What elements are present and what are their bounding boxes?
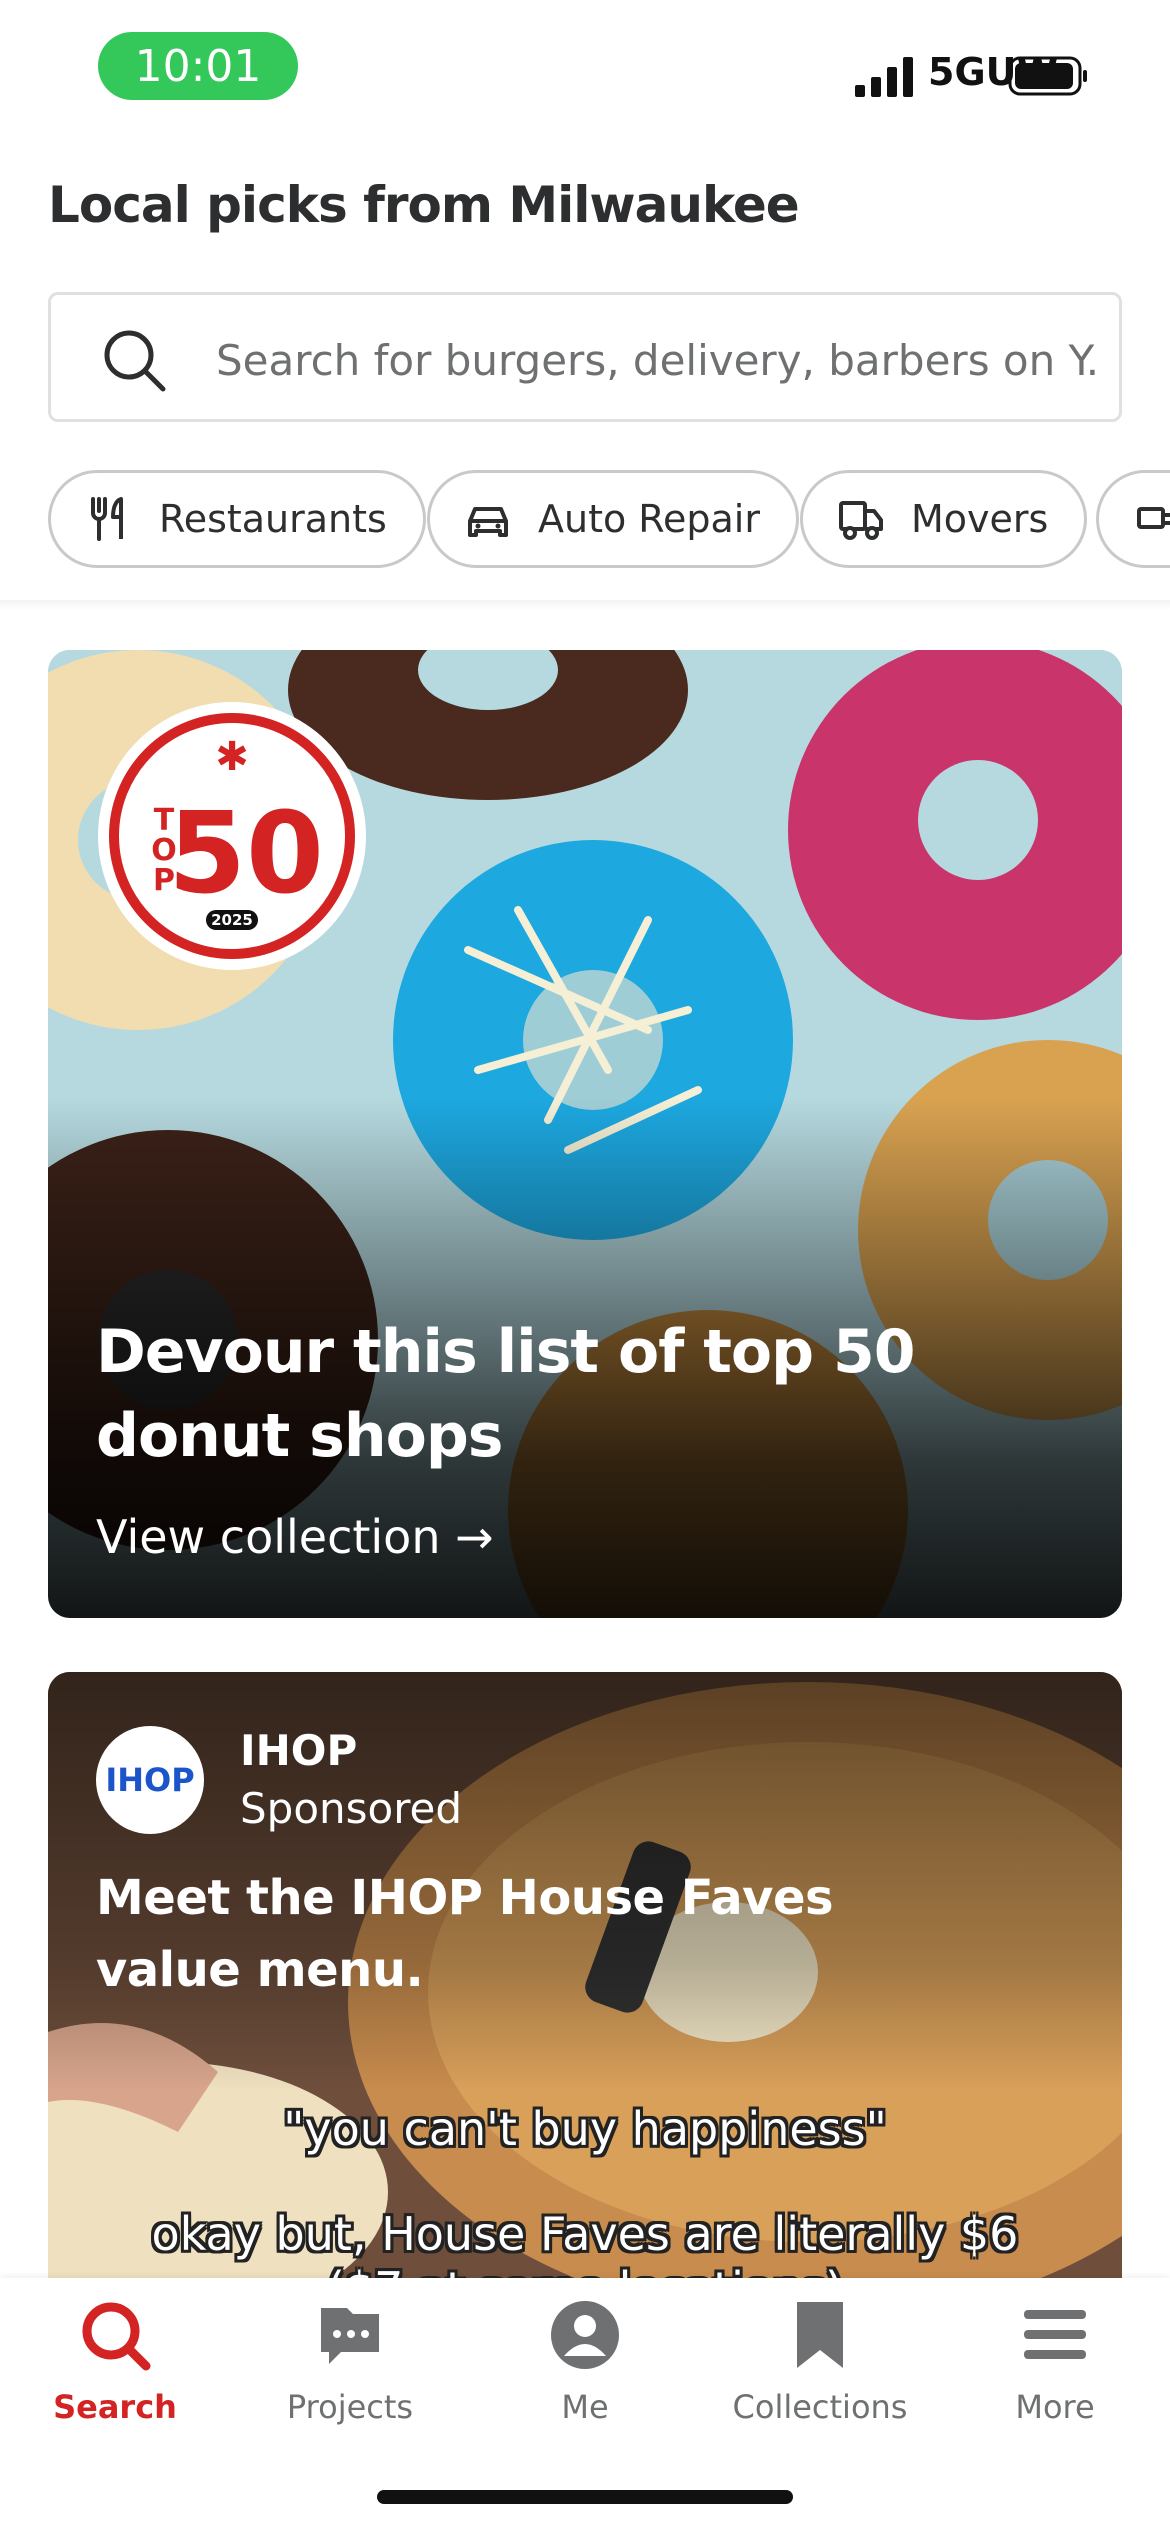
tab-more[interactable]: More [955,2298,1155,2448]
sponsored-ad-card[interactable]: IHOP IHOP Sponsored Meet the IHOP House … [48,1672,1122,2292]
tab-label: Me [561,2388,609,2426]
chip-restaurants[interactable]: Restaurants [48,470,426,568]
status-bar: 10:01 5GUW [0,0,1170,140]
ihop-logo[interactable]: IHOP [96,1726,204,1834]
car-icon [468,507,508,537]
cellular-signal-icon [855,57,913,97]
section-divider [0,600,1170,610]
utensils-icon [91,497,123,541]
tab-label: Projects [286,2388,414,2426]
top-50-badge: ✱ T O P 50 2025 [98,702,366,970]
svg-text:✱: ✱ [215,734,249,780]
badge-number: 50 [168,789,324,919]
truck-icon [839,501,883,540]
collection-title: Devour this list of top 50 donut shops [96,1317,915,1471]
tab-me[interactable]: Me [485,2298,685,2448]
chip-more-category[interactable] [1096,470,1170,568]
collection-card[interactable]: ✱ T O P 50 2025 Devour this list of top … [48,650,1122,1618]
menu-icon [1024,2310,1086,2359]
chip-label: Auto Repair [538,497,760,541]
tab-collections[interactable]: Collections [720,2298,920,2448]
bookmark-icon [797,2302,843,2368]
svg-text:2025: 2025 [211,911,253,929]
chip-auto-repair[interactable]: Auto Repair [427,470,799,568]
tab-label: Collections [732,2388,908,2426]
battery-icon [1008,56,1087,96]
tab-label: More [1015,2388,1095,2426]
more-category-icon [1137,507,1170,529]
chip-label: Movers [911,497,1049,541]
tab-search[interactable]: Search [15,2298,215,2448]
search-icon [82,2302,151,2371]
video-caption: okay but, House Faves are literally $6 [151,2207,1019,2261]
profile-icon [551,2301,619,2369]
category-chips: Restaurants Auto Repair Movers [48,470,1170,568]
advertiser-name[interactable]: IHOP [240,1726,357,1775]
search-icon [104,330,166,392]
ad-headline: Meet the IHOP House Faves value menu. [96,1870,834,1998]
chip-movers[interactable]: Movers [800,470,1088,568]
chip-label: Restaurants [159,497,387,541]
search-bar[interactable] [48,292,1122,422]
view-collection-link[interactable]: View collection → [96,1510,494,1564]
tab-projects[interactable]: Projects [250,2298,450,2448]
tab-label: Search [53,2388,177,2426]
page-title: Local picks from Milwaukee [48,176,800,234]
status-time: 10:01 [98,32,298,100]
home-indicator[interactable] [377,2490,793,2504]
sponsored-label: Sponsored [240,1784,463,1833]
projects-chat-icon [321,2308,379,2364]
search-input[interactable] [216,325,1096,395]
video-caption: "you can't buy happiness" [283,2102,887,2156]
